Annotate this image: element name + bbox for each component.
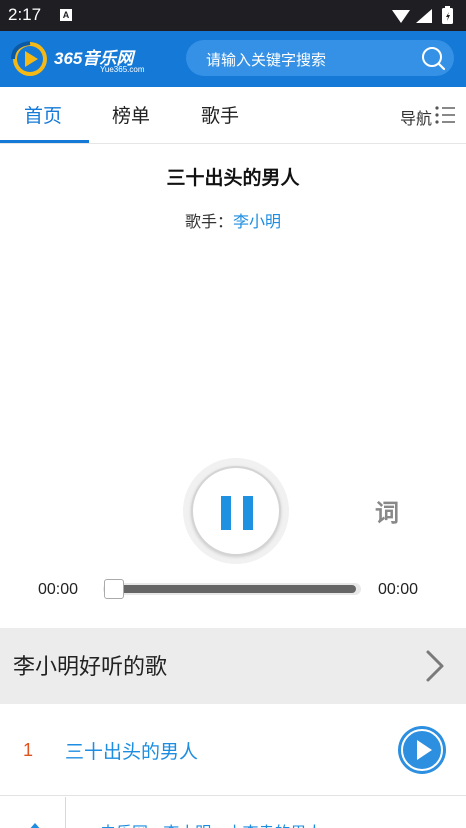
nav-menu-label[interactable]: 导航 bbox=[400, 105, 432, 129]
battery-icon bbox=[442, 6, 453, 24]
wifi-icon bbox=[392, 10, 410, 23]
notification-badge: A bbox=[60, 9, 72, 21]
nav-menu-button[interactable]: 导航 bbox=[386, 104, 456, 129]
bottom-divider bbox=[65, 797, 66, 828]
progress-track[interactable] bbox=[103, 583, 361, 595]
pause-icon[interactable] bbox=[191, 466, 281, 556]
status-time: 2:17 bbox=[8, 5, 42, 24]
song-index: 1 bbox=[23, 740, 34, 760]
status-bar: 2:17 A bbox=[0, 0, 466, 31]
song-item-title[interactable]: 三十出头的男人 bbox=[65, 737, 198, 764]
bottom-bar: 去乐网 · 李小明 · 小李幸的男人 bbox=[0, 797, 466, 828]
music-player-page: 2:17 A 365音乐网 Yue365.com 请输入关键字搜索 首页 榜单 … bbox=[0, 0, 466, 828]
nav-tabs: 首页 榜单 歌手 导航 bbox=[0, 87, 466, 144]
singer-row: 歌手：李小明 bbox=[0, 208, 466, 232]
chevron-right-icon[interactable] bbox=[424, 648, 446, 684]
site-logo[interactable]: 365音乐网 Yue365.com bbox=[10, 40, 155, 78]
tab-singers[interactable]: 歌手 bbox=[201, 101, 239, 128]
status-icons bbox=[392, 6, 453, 24]
play-triangle-icon bbox=[401, 729, 443, 771]
song-list-item[interactable]: 1 三十出头的男人 bbox=[0, 704, 466, 796]
total-time: 00:00 bbox=[378, 581, 419, 598]
lyrics-button[interactable]: 词 bbox=[375, 493, 399, 528]
search-bar[interactable]: 请输入关键字搜索 bbox=[186, 40, 454, 76]
list-menu-icon[interactable] bbox=[434, 104, 456, 126]
pause-bar-left bbox=[221, 496, 231, 530]
signal-icon bbox=[416, 9, 432, 23]
song-title: 三十出头的男人 bbox=[166, 167, 300, 189]
search-placeholder[interactable]: 请输入关键字搜索 bbox=[206, 49, 326, 70]
play-circle-icon[interactable] bbox=[398, 726, 446, 774]
section-title[interactable]: 李小明好听的歌 bbox=[13, 649, 167, 681]
pause-bar-right bbox=[243, 496, 253, 530]
singer-prefix: 歌手： bbox=[184, 212, 233, 231]
tab-charts[interactable]: 榜单 bbox=[112, 101, 150, 128]
progress-slider-handle[interactable] bbox=[103, 579, 124, 599]
search-icon[interactable] bbox=[420, 45, 446, 71]
active-tab-indicator bbox=[0, 140, 89, 143]
pause-button[interactable] bbox=[183, 458, 289, 564]
bottom-text[interactable]: 去乐网 · 李小明 · 小李幸的男人 bbox=[100, 819, 323, 828]
singer-link[interactable]: 李小明 bbox=[233, 212, 281, 231]
logo-disc-icon bbox=[11, 41, 47, 76]
progress-fill bbox=[105, 585, 357, 593]
tab-home[interactable]: 首页 bbox=[24, 101, 62, 128]
logo-subtext: Yue365.com bbox=[100, 65, 145, 74]
artist-songs-header[interactable]: 李小明好听的歌 bbox=[0, 628, 466, 704]
arrow-up-icon[interactable] bbox=[26, 819, 44, 828]
current-time: 00:00 bbox=[38, 581, 79, 598]
app-header: 365音乐网 Yue365.com 请输入关键字搜索 bbox=[0, 31, 466, 87]
